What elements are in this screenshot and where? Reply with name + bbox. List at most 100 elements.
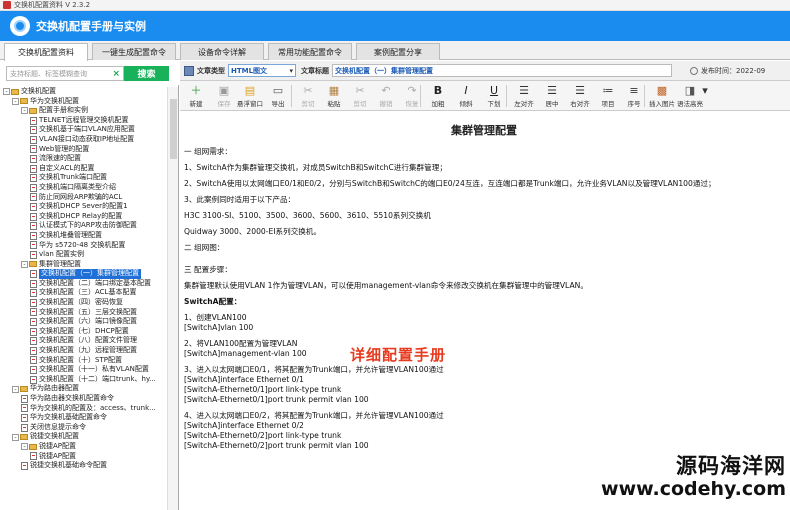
- article-line: 1、SwitchA作为集群管理交换机，对成员SwitchB和SwitchC进行集…: [184, 163, 447, 172]
- tree-folder[interactable]: - 配置手册和实例: [3, 106, 177, 116]
- tree-item-label: 流限速的配置: [39, 154, 81, 163]
- toolbar-button-bullet-list[interactable]: ≔ 项目: [594, 84, 622, 110]
- tree-folder[interactable]: - 交换机配置: [3, 87, 177, 97]
- toolbar-button-float-window[interactable]: ▤ 悬浮窗口: [236, 84, 264, 110]
- search-input[interactable]: 支持标题、标签模糊查询 ×: [6, 66, 124, 81]
- collapse-toggle-icon[interactable]: -: [21, 443, 28, 451]
- document-icon: [30, 308, 37, 317]
- tab-one-click-generate[interactable]: 一键生成配置命令: [92, 43, 176, 60]
- toolbar-button-new[interactable]: ＋ 新建: [182, 84, 210, 110]
- tree-item-label: 锐捷AP配置: [39, 451, 77, 460]
- collapse-toggle-icon[interactable]: -: [21, 107, 28, 115]
- tree-item[interactable]: 华为交换机的配置及：access、trunk...: [3, 404, 177, 414]
- tree-item[interactable]: Web管理的配置: [3, 145, 177, 155]
- toolbar-button-align-left[interactable]: ☰ 左对齐: [510, 84, 538, 110]
- toolbar-button-italic[interactable]: I 倾斜: [452, 84, 480, 110]
- tree-item[interactable]: 关闭信息提示命令: [3, 423, 177, 433]
- tree-item[interactable]: 交换机配置（六）端口镜像配置: [3, 317, 177, 327]
- tree-folder[interactable]: - 集群管理配置: [3, 260, 177, 270]
- save-icon: ▣: [218, 84, 230, 97]
- tree-item[interactable]: 交换机配置（十二）端口trunk、hy...: [3, 375, 177, 385]
- new-icon: ＋: [190, 84, 202, 97]
- article-type-select[interactable]: HTML图文 ▾: [228, 64, 296, 77]
- tree-item-label: 交换机堆叠管理配置: [39, 230, 102, 239]
- tree-folder[interactable]: - 华为交换机配置: [3, 97, 177, 107]
- tree-folder[interactable]: - 锐捷交换机配置: [3, 432, 177, 442]
- tab-switch-config-docs[interactable]: 交换机配置资料: [4, 43, 88, 61]
- tree-item[interactable]: 交换机配置（四）密码恢复: [3, 298, 177, 308]
- tree-item-label: 交换机配置（五）三层交换配置: [39, 307, 137, 316]
- article-content[interactable]: 集群管理配置 一 组网需求： 1、SwitchA作为集群管理交换机，对成员Swit…: [180, 112, 790, 510]
- tree-item[interactable]: 华为交换机基础配置命令: [3, 413, 177, 423]
- tree-item[interactable]: 流限速的配置: [3, 154, 177, 164]
- tree-folder[interactable]: - 华为路由器配置: [3, 384, 177, 394]
- toolbar-button-cut[interactable]: ✂ 剪切: [294, 84, 322, 110]
- tree-item[interactable]: 防止同网段ARP欺骗的ACL: [3, 193, 177, 203]
- toolbar-button-align-center[interactable]: ☰ 居中: [538, 84, 566, 110]
- tree-item[interactable]: 华为路由器交换机配置命令: [3, 394, 177, 404]
- tree-item[interactable]: 锐捷AP配置: [3, 452, 177, 462]
- tree-scrollbar[interactable]: [167, 87, 178, 510]
- tree-item[interactable]: 华为 s5720-48 交换机配置: [3, 241, 177, 251]
- collapse-toggle-icon[interactable]: -: [12, 433, 19, 441]
- tab-command-details[interactable]: 设备命令详解: [180, 43, 264, 60]
- document-icon: [30, 183, 37, 192]
- tree-item[interactable]: 交换机配置（十一）私有VLAN配置: [3, 365, 177, 375]
- tree-item[interactable]: vlan 配置实例: [3, 250, 177, 260]
- tab-case-sharing[interactable]: 案例配置分享: [356, 43, 440, 60]
- tree-item[interactable]: 交换机配置（五）三层交换配置: [3, 308, 177, 318]
- window-title: 交换机配置资料 V 2.3.2: [14, 1, 91, 9]
- tree-item[interactable]: 交换机配置（九）远程管理配置: [3, 346, 177, 356]
- toolbar-separator: [420, 85, 421, 107]
- search-button[interactable]: 搜索: [124, 66, 169, 81]
- toolbar-button-label: 新建: [189, 100, 203, 108]
- toolbar-button-align-right[interactable]: ☰ 右对齐: [566, 84, 594, 110]
- document-icon: [30, 327, 37, 336]
- collapse-toggle-icon[interactable]: -: [12, 385, 19, 393]
- clear-search-icon[interactable]: ×: [112, 69, 120, 79]
- tree-item[interactable]: 自定义ACL的配置: [3, 164, 177, 174]
- tree-folder[interactable]: - 锐捷AP配置: [3, 442, 177, 452]
- tab-common-commands[interactable]: 常用功能配置命令: [268, 43, 352, 60]
- tree-item[interactable]: 认证模式下的ARP攻击防御配置: [3, 221, 177, 231]
- document-icon: [30, 452, 37, 461]
- collapse-toggle-icon[interactable]: -: [3, 88, 10, 96]
- tree-item[interactable]: 交换机配置（十）STP配置: [3, 356, 177, 366]
- tree-item[interactable]: 交换机配置（八）配置文件管理: [3, 336, 177, 346]
- chevron-down-icon: ▾: [289, 66, 293, 75]
- article-line: 2、将VLAN100配置为管理VLAN: [184, 339, 298, 348]
- collapse-toggle-icon[interactable]: -: [12, 97, 19, 105]
- tree-item-label: 交换机配置（二）端口绑定基本配置: [39, 278, 151, 287]
- tree-item[interactable]: 交换机DHCP Relay的配置: [3, 212, 177, 222]
- tree-item[interactable]: 交换机配置（三）ACL基本配置: [3, 288, 177, 298]
- tree-item[interactable]: VLAN接口动态获取IP地址配置: [3, 135, 177, 145]
- toolbar-button-export[interactable]: ▭ 导出: [264, 84, 292, 110]
- document-icon: [30, 154, 37, 163]
- toolbar-button-label: 下划: [487, 100, 501, 108]
- toolbar-button-save[interactable]: ▣ 保存: [210, 84, 238, 110]
- toolbar-button-bold[interactable]: B 加粗: [424, 84, 452, 110]
- category-tree: - 交换机配置 - 华为交换机配置 - 配置手册和实例 TELNET远程管理交换机配置 交换机…: [3, 87, 177, 471]
- article-line: [SwitchA-Ethernet0/2]port link-type trun…: [184, 431, 342, 440]
- scrollbar-thumb[interactable]: [170, 99, 177, 159]
- tree-item[interactable]: 交换机基于端口VLAN应用配置: [3, 125, 177, 135]
- toolbar-button-undo[interactable]: ↶ 撤销: [372, 84, 400, 110]
- tree-item[interactable]: 交换机配置（一）集群管理配置: [3, 269, 177, 279]
- tree-item[interactable]: TELNET远程管理交换机配置: [3, 116, 177, 126]
- tree-item[interactable]: 交换机DHCP Sever的配置1: [3, 202, 177, 212]
- toolbar-more-icon[interactable]: ▾: [700, 84, 710, 110]
- toolbar-button-cut2[interactable]: ✂ 剪切: [346, 84, 374, 110]
- article-title-input[interactable]: 交换机配置（一）集群管理配置: [332, 64, 672, 77]
- tree-item[interactable]: 交换机配置（七）DHCP配置: [3, 327, 177, 337]
- tree-item[interactable]: 交换机堆叠管理配置: [3, 231, 177, 241]
- tree-item[interactable]: 锐捷交换机基础命令配置: [3, 461, 177, 471]
- tree-item[interactable]: 交换机Trunk端口配置: [3, 173, 177, 183]
- tree-item[interactable]: 交换机端口隔离类型介绍: [3, 183, 177, 193]
- tree-item[interactable]: 交换机配置（二）端口绑定基本配置: [3, 279, 177, 289]
- toolbar-button-redo[interactable]: ↷ 恢复: [398, 84, 426, 110]
- article-line: [SwitchA-Ethernet0/2]port trunk permit v…: [184, 441, 369, 450]
- toolbar-button-insert-image[interactable]: ▩ 插入图片: [648, 84, 676, 110]
- toolbar-button-underline[interactable]: U 下划: [480, 84, 508, 110]
- toolbar-button-paste[interactable]: ▦ 粘贴: [320, 84, 348, 110]
- collapse-toggle-icon[interactable]: -: [21, 260, 28, 268]
